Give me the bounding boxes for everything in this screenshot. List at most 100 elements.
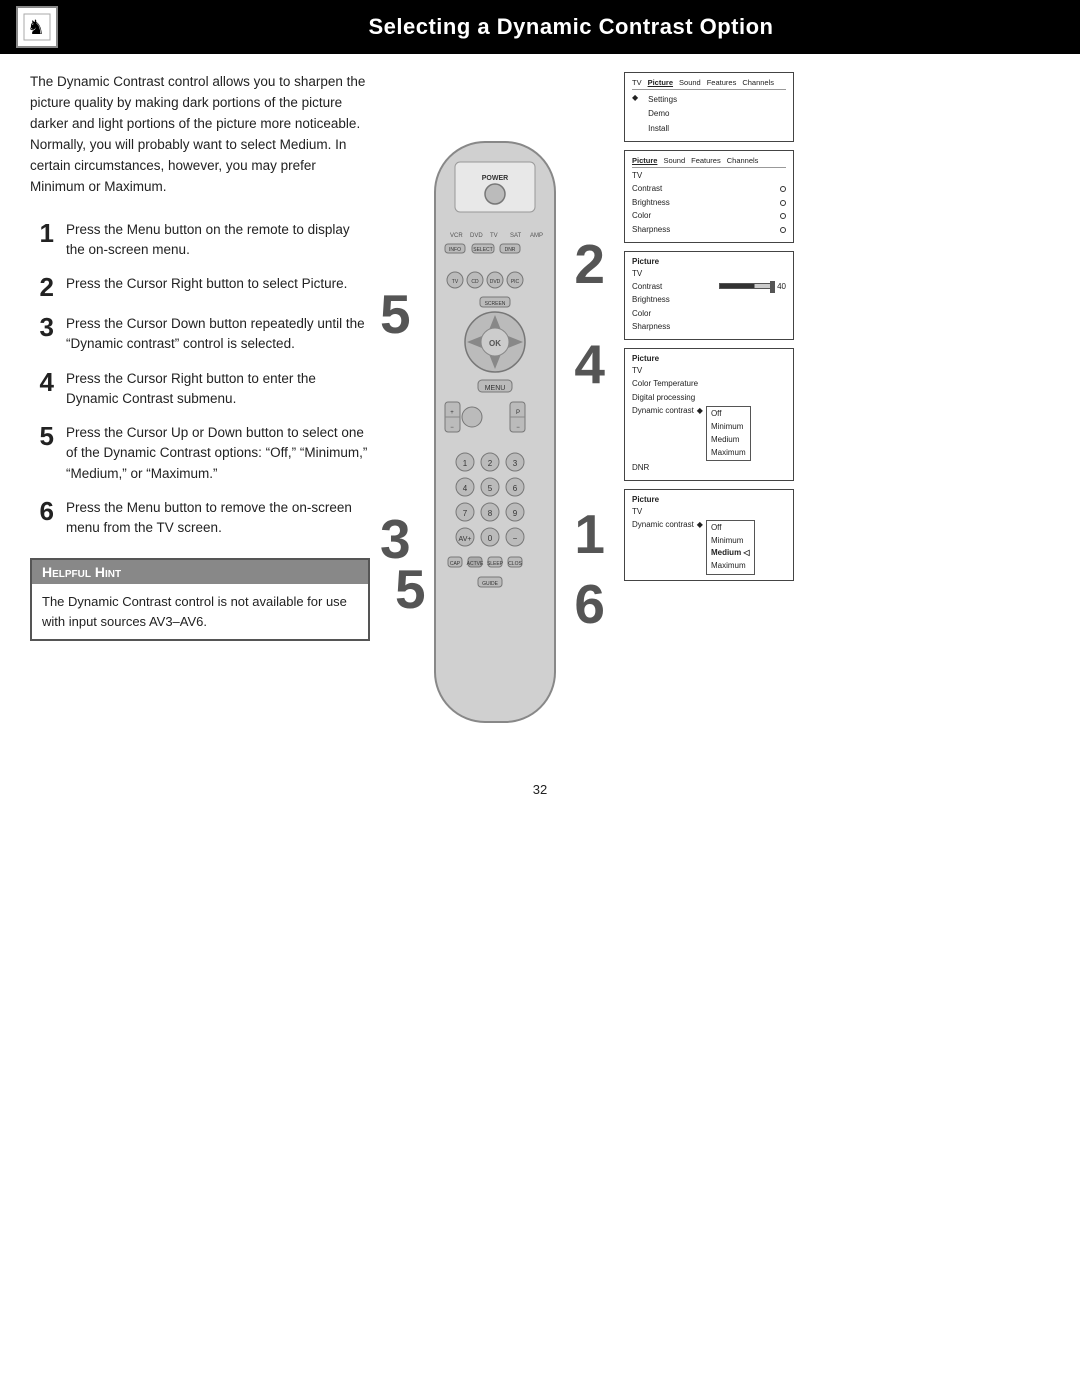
callout-5a: 5 — [380, 287, 411, 342]
svg-text:CD: CD — [471, 279, 479, 285]
remote-control: POWER VCR DVD TV SAT AMP INFO SELECT DNR — [390, 72, 610, 752]
diag3-slider-thumb — [770, 281, 775, 293]
svg-text:GUIDE: GUIDE — [482, 581, 499, 587]
left-column: The Dynamic Contrast control allows you … — [30, 72, 390, 752]
callout-2: 2 — [574, 237, 605, 292]
diag1-menu: Settings Demo Install — [648, 93, 677, 136]
diag4-colortemp-label: Color Temperature — [632, 377, 698, 391]
svg-text:P: P — [516, 410, 520, 416]
steps-list: 1 Press the Menu button on the remote to… — [30, 220, 370, 539]
diag2-pic: Picture — [632, 156, 657, 165]
step-3-text: Press the Cursor Down button repeatedly … — [66, 314, 370, 355]
step-5-text: Press the Cursor Up or Down button to se… — [66, 423, 370, 484]
diag1-settings: Settings — [648, 93, 677, 107]
diag4-picture: Picture — [632, 354, 786, 363]
diag5-tv: TV — [632, 507, 786, 516]
diag2-brightness-dot — [780, 200, 786, 206]
diag3-contrast-row: Contrast 40 — [632, 280, 786, 294]
step-2: 2 Press the Cursor Right button to selec… — [30, 274, 370, 300]
diag3-picture: Picture — [632, 257, 786, 266]
diag1-pic: Picture — [648, 78, 673, 87]
svg-text:INFO: INFO — [449, 247, 461, 253]
diag2-contrast-dot — [780, 186, 786, 192]
svg-text:PIC: PIC — [511, 279, 520, 285]
intro-text: The Dynamic Contrast control allows you … — [30, 72, 370, 198]
svg-text:0: 0 — [488, 534, 493, 543]
step-6-text: Press the Menu button to remove the on-s… — [66, 498, 370, 539]
diag2-chan: Channels — [727, 156, 759, 165]
svg-text:OK: OK — [489, 339, 501, 348]
callout-4: 4 — [574, 337, 605, 392]
diag3-color: Color — [632, 307, 786, 321]
svg-text:8: 8 — [488, 509, 493, 518]
svg-text:TV: TV — [490, 233, 498, 239]
svg-text:VCR: VCR — [450, 233, 463, 239]
page-header: ♞ Selecting a Dynamic Contrast Option — [0, 0, 1080, 54]
svg-text:AMP: AMP — [530, 233, 543, 239]
diag1-install: Install — [648, 122, 677, 136]
svg-text:SAT: SAT — [510, 233, 522, 239]
svg-text:3: 3 — [513, 459, 518, 468]
svg-text:7: 7 — [463, 509, 468, 518]
diagram-4: Picture TV Color Temperature Digital pro… — [624, 348, 794, 481]
diag3-brightness: Brightness — [632, 293, 786, 307]
svg-text:5: 5 — [488, 484, 493, 493]
svg-text:AV+: AV+ — [459, 536, 472, 543]
right-column: 5 2 4 3 5 1 6 POWER VCR DVD — [390, 72, 1050, 752]
diag3-slider-bar — [719, 283, 774, 289]
svg-text:ACTVE: ACTVE — [467, 561, 484, 567]
diag4-dnr: DNR — [632, 461, 786, 475]
step-6: 6 Press the Menu button to remove the on… — [30, 498, 370, 539]
step-4-text: Press the Cursor Right button to enter t… — [66, 369, 370, 410]
helpful-hint: Helpful Hint The Dynamic Contrast contro… — [30, 558, 370, 641]
svg-text:+: + — [450, 410, 454, 416]
step-3-number: 3 — [30, 314, 54, 340]
diag2-color-dot — [780, 213, 786, 219]
diag4-dnr-label: DNR — [632, 461, 649, 475]
diag5-opt-max: Maximum — [711, 560, 750, 573]
diag2-contrast-label: Contrast — [632, 182, 662, 196]
diag2-sharpness-label: Sharpness — [632, 223, 670, 237]
diag4-digital: Digital processing — [632, 391, 786, 405]
step-2-number: 2 — [30, 274, 54, 300]
diag4-dynamic-row: Dynamic contrast ◆ Off Minimum Medium Ma… — [632, 406, 786, 461]
diag4-opt-max: Maximum — [711, 447, 746, 460]
diag4-opt-min: Minimum — [711, 421, 746, 434]
diag3-color-label: Color — [632, 307, 651, 321]
diag4-opt-off: Off — [711, 408, 746, 421]
diag5-opt-min: Minimum — [711, 535, 750, 548]
svg-text:SLEEP: SLEEP — [487, 561, 504, 567]
svg-text:−: − — [450, 425, 454, 431]
diag3-tv: TV — [632, 269, 786, 278]
diag1-snd: Sound — [679, 78, 701, 87]
diag2-color-label: Color — [632, 209, 651, 223]
page-number: 32 — [0, 782, 1080, 817]
svg-text:SELECT: SELECT — [473, 247, 492, 253]
diag4-tv: TV — [632, 366, 786, 375]
page-title: Selecting a Dynamic Contrast Option — [78, 14, 1064, 40]
diag4-dot-symbol: ◆ — [697, 406, 703, 415]
diag5-dot-symbol: ◆ — [697, 520, 703, 529]
center-area: 5 2 4 3 5 1 6 POWER VCR DVD — [390, 72, 610, 752]
callout-5b: 5 — [395, 562, 426, 617]
diag2-brightness-label: Brightness — [632, 196, 670, 210]
step-5-number: 5 — [30, 423, 54, 449]
callout-6: 6 — [574, 577, 605, 632]
svg-text:−: − — [516, 425, 520, 431]
diag2-contrast: Contrast — [632, 182, 786, 196]
diag1-feat: Features — [707, 78, 737, 87]
diagram-3: Picture TV Contrast 40 Brightness Color — [624, 251, 794, 340]
logo-icon: ♞ — [22, 12, 52, 42]
remote-svg: POWER VCR DVD TV SAT AMP INFO SELECT DNR — [410, 132, 580, 752]
svg-text:4: 4 — [463, 484, 468, 493]
step-3: 3 Press the Cursor Down button repeatedl… — [30, 314, 370, 355]
diag1-chan: Channels — [742, 78, 774, 87]
diag3-sharpness-label: Sharpness — [632, 320, 670, 334]
diag1-demo: Demo — [648, 107, 677, 121]
diag3-sharpness: Sharpness — [632, 320, 786, 334]
diagram-2: Picture Sound Features Channels TV Contr… — [624, 150, 794, 242]
diag2-snd: Sound — [663, 156, 685, 165]
diag4-colortemp: Color Temperature — [632, 377, 786, 391]
step-2-text: Press the Cursor Right button to select … — [66, 274, 347, 294]
diag1-header: TV Picture Sound Features Channels — [632, 78, 786, 90]
